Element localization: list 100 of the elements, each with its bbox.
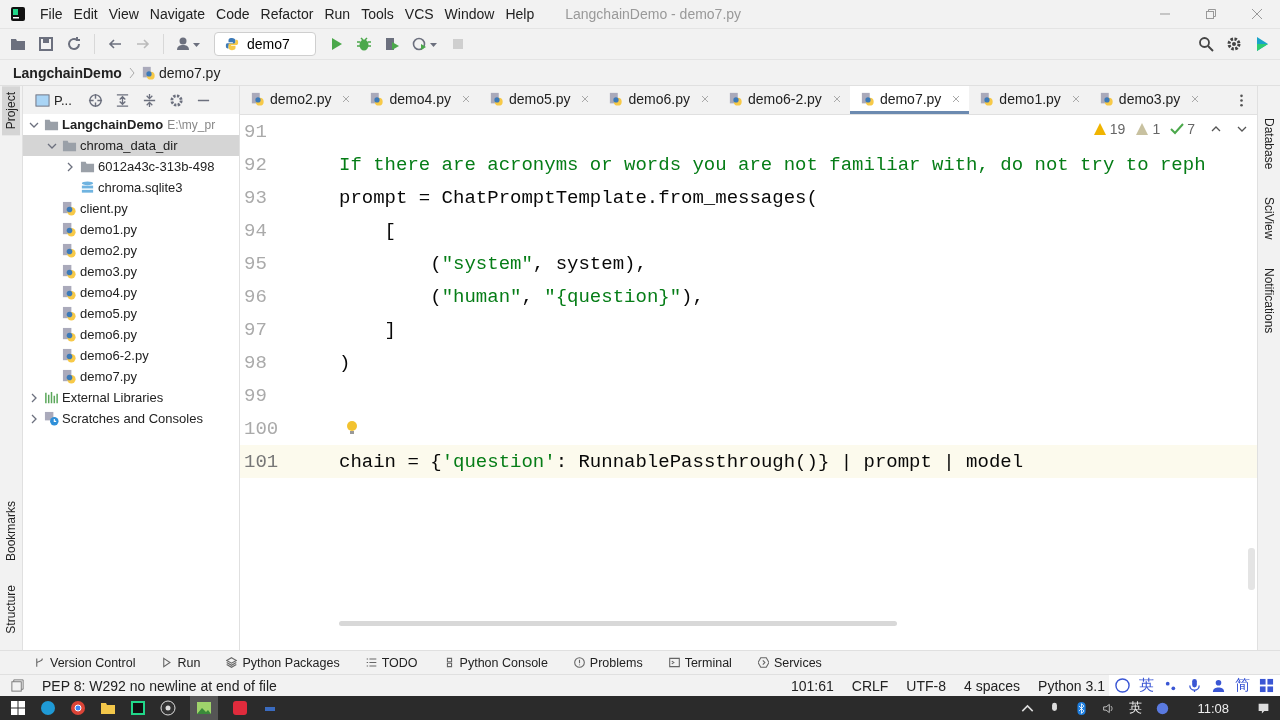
panel-title[interactable]: P... [54, 92, 72, 108]
notification-icon[interactable] [1257, 701, 1270, 715]
editor-tab[interactable]: demo2.py [240, 86, 360, 114]
editor-tab[interactable]: demo6.py [598, 86, 718, 114]
tool-window-tab[interactable]: Notifications [1260, 261, 1278, 340]
tree-item[interactable]: client.py [23, 198, 239, 219]
input-language[interactable]: 英 [1129, 699, 1143, 717]
tool-window-button[interactable]: Version Control [34, 655, 136, 670]
editor-tab[interactable]: demo6-2.py [717, 86, 850, 114]
editor-tab[interactable]: demo3.py [1088, 86, 1209, 114]
menu-item[interactable]: View [108, 6, 139, 22]
editor-tab[interactable]: demo1.py [969, 86, 1089, 114]
sync-icon[interactable] [66, 36, 82, 52]
close-icon[interactable] [1252, 9, 1262, 19]
tree-item[interactable]: 6012a43c-313b-498 [23, 156, 239, 177]
speaker-icon[interactable] [1102, 701, 1116, 715]
run-configuration-dropdown[interactable]: demo7 [214, 32, 316, 56]
save-icon[interactable] [38, 36, 54, 52]
panel-toggle-icon[interactable] [10, 678, 25, 693]
tree-item[interactable]: chroma.sqlite3 [23, 177, 239, 198]
tool-window-button[interactable]: TODO [365, 655, 418, 670]
debug-bug-icon[interactable] [356, 36, 372, 52]
tree-item[interactable]: demo2.py [23, 240, 239, 261]
editor-tab[interactable]: demo7.py [849, 86, 970, 114]
tree-item[interactable]: chroma_data_dir [23, 135, 239, 156]
tree-item[interactable]: External Libraries [23, 387, 239, 408]
warnings-count[interactable]: 19 [1092, 121, 1126, 137]
coverage-icon[interactable] [384, 36, 400, 52]
menu-item[interactable]: Tools [361, 6, 394, 22]
browser-icon[interactable] [70, 700, 86, 716]
status-item[interactable]: 4 spaces [964, 677, 1021, 694]
clock-time[interactable]: 11:08 [1197, 700, 1229, 716]
typos-count[interactable]: 7 [1170, 121, 1195, 137]
lightbulb-icon[interactable] [346, 420, 358, 436]
ime-logo-icon[interactable] [1115, 678, 1130, 693]
menu-item[interactable]: File [40, 6, 63, 22]
tool-window-button[interactable]: Run [161, 655, 201, 670]
weak-warnings-count[interactable]: 1 [1135, 121, 1161, 137]
tool-window-tab[interactable]: Database [1260, 112, 1278, 176]
grid-icon[interactable] [1259, 678, 1274, 693]
folder-icon[interactable] [10, 36, 26, 52]
ide-icon[interactable] [130, 700, 146, 716]
tree-item[interactable]: Scratches and Consoles [23, 408, 239, 429]
breadcrumb-project[interactable]: LangchainDemo [13, 64, 122, 81]
menu-item[interactable]: Edit [73, 6, 98, 22]
ime-language[interactable]: 英 [1139, 676, 1154, 695]
menu-item[interactable]: Refactor [260, 6, 314, 22]
tool-window-button[interactable]: Services [757, 655, 822, 670]
tool-window-button[interactable]: Terminal [668, 655, 732, 670]
menu-item[interactable]: Window [444, 6, 495, 22]
tree-item[interactable]: demo4.py [23, 282, 239, 303]
settings-icon[interactable] [168, 92, 184, 108]
menu-item[interactable]: Code [216, 6, 250, 22]
vertical-scrollbar[interactable] [1248, 548, 1255, 590]
tree-item[interactable]: demo7.py [23, 366, 239, 387]
tool-window-button[interactable]: Problems [573, 655, 643, 670]
horizontal-scrollbar[interactable] [339, 621, 897, 626]
chevron-right-icon[interactable] [65, 161, 75, 172]
tree-item[interactable]: demo3.py [23, 261, 239, 282]
plugin-logo-icon[interactable] [1254, 36, 1270, 52]
locate-icon[interactable] [87, 92, 103, 108]
chevron-right-icon[interactable] [29, 392, 39, 403]
status-item[interactable]: 101:61 [790, 677, 834, 694]
menu-item[interactable]: Help [505, 6, 535, 22]
user-dropdown-icon[interactable] [176, 36, 202, 52]
tool-window-button[interactable]: Python Console [443, 655, 548, 670]
restore-icon[interactable] [1206, 9, 1216, 19]
bluetooth-icon[interactable] [1075, 701, 1089, 715]
tool-window-tab[interactable]: Structure [2, 579, 20, 640]
start-icon[interactable] [10, 700, 26, 716]
breadcrumb-file[interactable]: demo7.py [158, 64, 221, 81]
status-item[interactable]: UTF-8 [906, 677, 946, 694]
collapse-all-icon[interactable] [141, 92, 157, 108]
profile-dropdown-icon[interactable] [412, 36, 438, 52]
tree-item[interactable]: demo1.py [23, 219, 239, 240]
tree-item[interactable]: LangchainDemo E:\my_pr [23, 114, 239, 135]
tree-item[interactable]: demo6-2.py [23, 345, 239, 366]
microphone-icon[interactable] [1187, 678, 1202, 693]
menu-item[interactable]: Run [324, 6, 351, 22]
app-icon[interactable] [232, 700, 248, 716]
tool-window-tab[interactable]: Bookmarks [2, 495, 20, 568]
record-icon[interactable] [160, 700, 176, 716]
tree-item[interactable]: demo6.py [23, 324, 239, 345]
tool-window-tab[interactable]: SciView [1260, 191, 1278, 246]
menu-item[interactable]: Navigate [149, 6, 206, 22]
menu-item[interactable]: VCS [404, 6, 434, 22]
ime-logo-icon[interactable] [1156, 701, 1170, 715]
image-viewer-icon[interactable] [190, 696, 218, 720]
user-icon[interactable] [1211, 678, 1226, 693]
status-item[interactable]: Python 3.1 [1038, 677, 1105, 694]
tool-window-button[interactable]: Python Packages [226, 655, 340, 670]
settings-icon[interactable] [1226, 36, 1242, 52]
expand-all-icon[interactable] [114, 92, 130, 108]
close-icon[interactable] [952, 94, 961, 103]
folder-icon[interactable] [100, 700, 116, 716]
status-item[interactable]: CRLF [851, 677, 889, 694]
ime-script[interactable]: 简 [1235, 676, 1250, 695]
search-icon[interactable] [1198, 36, 1214, 52]
chevron-right-icon[interactable] [29, 413, 39, 424]
editor-tab[interactable]: demo5.py [478, 86, 599, 114]
